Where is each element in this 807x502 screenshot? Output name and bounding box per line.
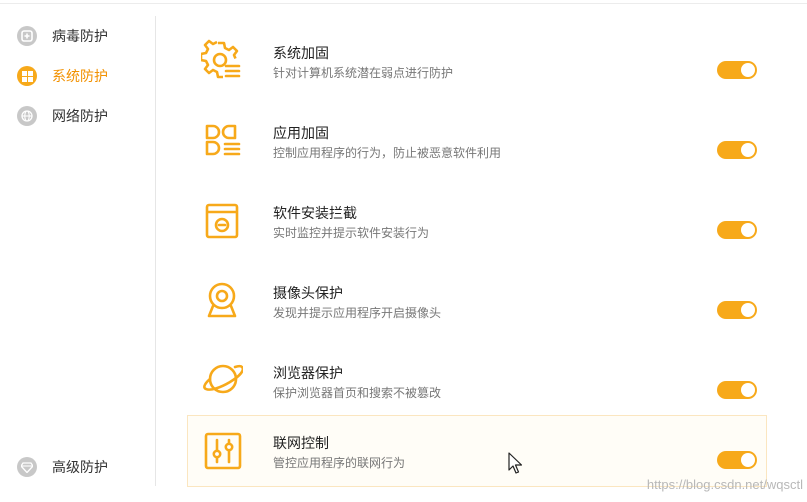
protection-row-webcam: 摄像头保护 发现并提示应用程序开启摄像头 xyxy=(187,265,767,335)
protection-row-install-blocking: 软件安装拦截 实时监控并提示软件安装行为 xyxy=(187,185,767,255)
install-block-icon xyxy=(201,199,243,241)
browser-protection-toggle[interactable] xyxy=(717,381,757,399)
sidebar-item-label: 网络防护 xyxy=(52,108,108,124)
globe-icon xyxy=(17,106,37,126)
webcam-toggle[interactable] xyxy=(717,301,757,319)
diamond-icon xyxy=(17,457,37,477)
protection-title: 摄像头保护 xyxy=(273,285,343,301)
protection-row-browser: 浏览器保护 保护浏览器首页和搜索不被篡改 xyxy=(187,345,767,415)
protection-row-app-hardening: 应用加固 控制应用程序的行为，防止被恶意软件利用 xyxy=(187,105,767,175)
top-divider xyxy=(0,0,807,4)
windows-icon xyxy=(17,66,37,86)
toggle-knob xyxy=(741,223,755,237)
watermark-text: https://blog.csdn.net/wqsctl xyxy=(646,477,803,492)
gear-list-icon xyxy=(201,39,243,81)
protection-description: 实时监控并提示软件安装行为 xyxy=(273,226,430,240)
sidebar-item-label: 病毒防护 xyxy=(52,28,108,44)
app-grid-icon xyxy=(201,119,243,161)
sidebar-item-label: 系统防护 xyxy=(52,68,108,84)
sidebar-item-label: 高级防护 xyxy=(52,459,108,475)
toggle-knob xyxy=(741,453,755,467)
toggle-knob xyxy=(741,63,755,77)
sliders-icon xyxy=(202,430,244,472)
sidebar-item-virus-protection[interactable]: 病毒防护 xyxy=(17,24,108,48)
protection-title: 应用加固 xyxy=(273,125,329,141)
protection-description: 保护浏览器首页和搜索不被篡改 xyxy=(273,386,442,400)
toggle-knob xyxy=(741,143,755,157)
sidebar-item-network-protection[interactable]: 网络防护 xyxy=(17,104,108,128)
protection-title: 联网控制 xyxy=(273,435,329,451)
webcam-icon xyxy=(201,279,243,321)
toggle-knob xyxy=(741,303,755,317)
sidebar: 病毒防护 系统防护 网络防护 高级防护 xyxy=(0,16,156,486)
protection-description: 发现并提示应用程序开启摄像头 xyxy=(273,306,442,320)
protection-title: 系统加固 xyxy=(273,45,329,61)
protection-description: 针对计算机系统潜在弱点进行防护 xyxy=(273,66,454,80)
protection-row-system-hardening: 系统加固 针对计算机系统潜在弱点进行防护 xyxy=(187,25,767,95)
toggle-knob xyxy=(741,383,755,397)
protection-description: 控制应用程序的行为，防止被恶意软件利用 xyxy=(273,146,502,160)
install-blocking-toggle[interactable] xyxy=(717,221,757,239)
network-control-toggle[interactable] xyxy=(717,451,757,469)
system-hardening-toggle[interactable] xyxy=(717,61,757,79)
app-hardening-toggle[interactable] xyxy=(717,141,757,159)
protection-title: 软件安装拦截 xyxy=(273,205,357,221)
mouse-cursor-icon xyxy=(508,452,522,474)
sidebar-item-system-protection[interactable]: 系统防护 xyxy=(17,64,108,88)
protection-title: 浏览器保护 xyxy=(273,365,343,381)
protection-description: 管控应用程序的联网行为 xyxy=(273,456,406,470)
planet-icon xyxy=(201,359,243,401)
sidebar-item-advanced-protection[interactable]: 高级防护 xyxy=(17,455,108,479)
plus-circle-icon xyxy=(17,26,37,46)
